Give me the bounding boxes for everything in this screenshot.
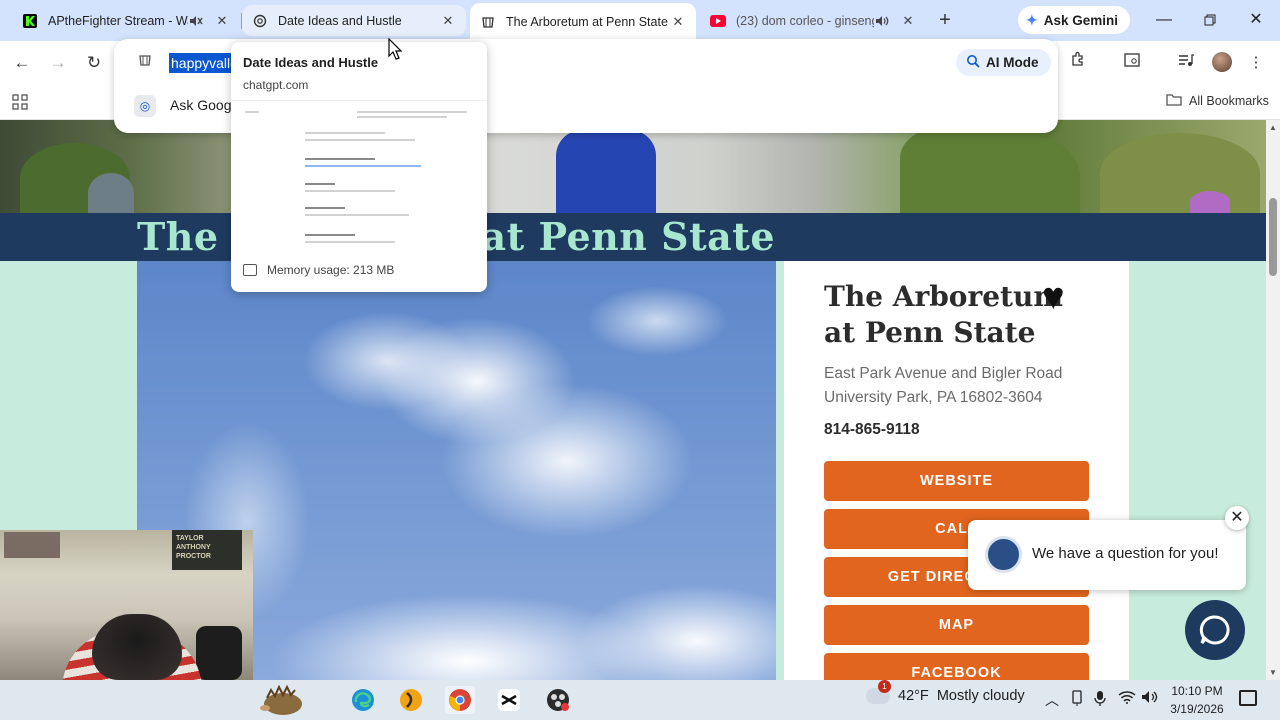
- tab-preview-thumbnail: [231, 100, 487, 250]
- media-controls-icon[interactable]: [1174, 51, 1198, 75]
- extensions-icon[interactable]: [1066, 51, 1090, 75]
- survey-text: We have a question for you!: [1032, 545, 1219, 562]
- reload-button[interactable]: ↻: [82, 51, 106, 75]
- notifications-icon[interactable]: [1239, 690, 1257, 706]
- mouse-cursor-icon: [388, 38, 402, 60]
- weather-widget[interactable]: 1 42°F Mostly cloudy: [866, 680, 1025, 704]
- poster-text: TAYLOR ANTHONY PROCTOR: [176, 535, 211, 560]
- obs-icon[interactable]: [543, 686, 573, 714]
- tab-kick-stream[interactable]: APtheFighter Stream - Wa ✕: [12, 6, 240, 35]
- echidna-widget-icon[interactable]: [258, 682, 306, 718]
- chrome-icon[interactable]: [445, 686, 475, 714]
- youtube-icon: [710, 13, 726, 29]
- address-input[interactable]: happyvalley: [169, 53, 231, 73]
- scroll-thumb[interactable]: [1269, 198, 1277, 276]
- scroll-up-arrow-icon[interactable]: ▲: [1269, 123, 1277, 132]
- capcut-icon[interactable]: [494, 686, 524, 714]
- weather-text: 42°F Mostly cloudy: [898, 688, 1025, 704]
- tab-title: Date Ideas and Hustle: [278, 13, 402, 28]
- minimize-button[interactable]: —: [1152, 8, 1176, 32]
- taskbar: 1 42°F Mostly cloudy ︿ 10:10 PM 3/19/202…: [0, 680, 1280, 720]
- profile-avatar[interactable]: [1212, 52, 1232, 72]
- restore-button[interactable]: [1198, 8, 1222, 32]
- chat-button[interactable]: [1185, 600, 1245, 660]
- chair: [196, 626, 242, 680]
- google-lens-icon: ◎: [134, 95, 156, 117]
- tab-title: APtheFighter Stream - Wa: [48, 13, 188, 28]
- ai-mode-label: AI Mode: [986, 55, 1039, 70]
- kick-icon: [22, 13, 38, 29]
- listing-title: The Arboretum at Penn State: [824, 280, 1063, 349]
- gemini-sparkle-icon: ✦: [1026, 11, 1038, 28]
- all-bookmarks-button[interactable]: All Bookmarks: [1166, 93, 1269, 109]
- close-tab-icon[interactable]: ✕: [440, 13, 456, 29]
- show-hidden-icons-chevron[interactable]: ︿: [1045, 690, 1059, 710]
- arboretum-icon: [480, 14, 496, 30]
- close-survey-button[interactable]: ✕: [1225, 506, 1249, 530]
- weather-alert-badge: 1: [878, 680, 891, 693]
- microphone-icon[interactable]: [1094, 690, 1106, 709]
- hover-card-url: chatgpt.com: [243, 78, 309, 92]
- clock-time[interactable]: 10:10 PM: [1168, 684, 1226, 698]
- penn-state-logo: [985, 536, 1022, 573]
- chatgpt-icon: [252, 13, 268, 29]
- fighter-poster: TAYLOR ANTHONY PROCTOR: [172, 530, 242, 570]
- tab-title: The Arboretum at Penn State: [506, 15, 668, 29]
- folder-icon: [1166, 93, 1182, 109]
- webcam-overlay: TAYLOR ANTHONY PROCTOR: [0, 530, 253, 680]
- back-button[interactable]: ←: [10, 51, 34, 75]
- network-device-icon[interactable]: [1070, 690, 1084, 709]
- address-line-2: University Park, PA 16802-3604: [824, 389, 1043, 406]
- ai-mode-button[interactable]: AI Mode: [956, 49, 1051, 76]
- hero-image: [0, 120, 1266, 213]
- person-head: [92, 614, 182, 680]
- cloudy-weather-icon: 1: [866, 680, 891, 704]
- arboretum-icon: [136, 53, 154, 71]
- memory-chip-icon: [243, 264, 257, 276]
- forward-button[interactable]: →: [46, 51, 70, 75]
- ask-gemini-label: Ask Gemini: [1043, 12, 1119, 28]
- speaker-icon[interactable]: [874, 13, 890, 29]
- volume-icon[interactable]: [1141, 690, 1159, 707]
- map-button[interactable]: MAP: [824, 605, 1089, 645]
- wifi-icon[interactable]: [1118, 690, 1136, 707]
- tab-hover-card: Date Ideas and Hustle chatgpt.com Memory…: [231, 42, 487, 292]
- ai-search-icon: [966, 54, 980, 71]
- memory-usage: Memory usage: 213 MB: [267, 263, 395, 277]
- listing-card: The Arboretum at Penn State ♥ East Park …: [784, 261, 1129, 680]
- tab-search-icon[interactable]: [1120, 51, 1144, 75]
- clock-date[interactable]: 3/19/2026: [1165, 702, 1229, 716]
- page-banner: The Arboretum at Penn State: [0, 213, 1266, 261]
- apps-grid-icon[interactable]: [12, 94, 30, 112]
- facebook-button[interactable]: FACEBOOK: [824, 653, 1089, 680]
- poster: [4, 532, 60, 558]
- tab-chatgpt[interactable]: Date Ideas and Hustle ✕: [242, 5, 466, 36]
- website-button[interactable]: WEBSITE: [824, 461, 1089, 501]
- chat-bubble-icon: [1199, 615, 1230, 645]
- menu-icon[interactable]: ⋮: [1244, 51, 1268, 75]
- hover-card-title: Date Ideas and Hustle: [243, 55, 379, 70]
- page-scrollbar[interactable]: ▲ ▼: [1266, 120, 1280, 680]
- scroll-down-arrow-icon[interactable]: ▼: [1269, 668, 1277, 677]
- phone-number[interactable]: 814-865-9118: [824, 421, 920, 439]
- new-tab-button[interactable]: +: [934, 9, 956, 31]
- favorite-heart-icon[interactable]: ♥: [1042, 277, 1065, 317]
- ask-gemini-button[interactable]: ✦ Ask Gemini: [1018, 6, 1131, 34]
- edge-icon[interactable]: [348, 686, 378, 714]
- close-window-button[interactable]: ✕: [1244, 8, 1268, 32]
- tab-youtube[interactable]: (23) dom corleo - ginseng ✕: [700, 6, 926, 35]
- tab-arboretum[interactable]: The Arboretum at Penn State ✕: [470, 3, 696, 41]
- close-tab-icon[interactable]: ✕: [900, 13, 916, 29]
- tab-title: (23) dom corleo - ginseng: [736, 13, 874, 28]
- address-line-1: East Park Avenue and Bigler Road: [824, 365, 1063, 382]
- survey-popup[interactable]: We have a question for you!: [968, 520, 1246, 590]
- close-tab-icon[interactable]: ✕: [214, 13, 230, 29]
- close-tab-icon[interactable]: ✕: [670, 14, 686, 30]
- all-bookmarks-label: All Bookmarks: [1189, 94, 1269, 108]
- app-icon[interactable]: [396, 686, 426, 714]
- muted-speaker-icon[interactable]: [188, 13, 204, 29]
- tab-strip: APtheFighter Stream - Wa ✕ Date Ideas an…: [0, 0, 1280, 41]
